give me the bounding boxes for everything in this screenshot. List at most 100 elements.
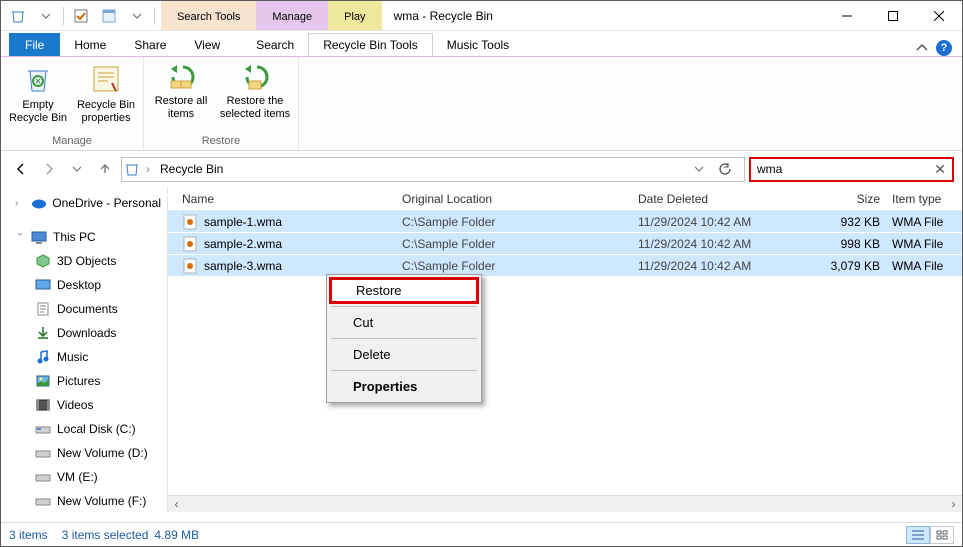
tab-home[interactable]: Home	[60, 33, 120, 56]
file-date-deleted: 11/29/2024 10:42 AM	[638, 215, 808, 229]
wma-file-icon	[182, 236, 198, 252]
drive-icon	[35, 445, 51, 461]
refresh-button[interactable]	[718, 162, 742, 176]
col-header-item-type[interactable]: Item type	[892, 192, 962, 206]
file-name: sample-3.wma	[204, 259, 282, 273]
ctx-delete[interactable]: Delete	[329, 341, 479, 368]
chevron-down-icon[interactable]: ›	[15, 232, 26, 242]
tab-view[interactable]: View	[180, 33, 234, 56]
file-size: 932 KB	[808, 215, 892, 229]
music-icon	[35, 349, 51, 365]
qat-dropdown[interactable]	[33, 4, 59, 28]
tree-pictures[interactable]: Pictures	[1, 369, 167, 393]
horizontal-scrollbar[interactable]: ‹ ›	[168, 495, 962, 512]
file-date-deleted: 11/29/2024 10:42 AM	[638, 259, 808, 273]
close-button[interactable]	[916, 1, 962, 31]
file-type: WMA File	[892, 215, 962, 229]
address-dropdown[interactable]	[694, 164, 712, 174]
ribbon-group-restore-label: Restore	[150, 133, 292, 150]
status-selected-count: 3 items selected	[62, 528, 149, 542]
wma-file-icon	[182, 258, 198, 274]
file-name: sample-1.wma	[204, 215, 282, 229]
videos-icon	[35, 397, 51, 413]
qat-customize-dropdown[interactable]	[124, 4, 150, 28]
tree-vm-e[interactable]: VM (E:)	[1, 465, 167, 489]
tree-desktop[interactable]: Desktop	[1, 273, 167, 297]
file-type: WMA File	[892, 237, 962, 251]
maximize-button[interactable]	[870, 1, 916, 31]
onedrive-icon	[31, 195, 47, 211]
search-input[interactable]	[757, 162, 930, 176]
desktop-icon	[35, 277, 51, 293]
tab-share[interactable]: Share	[120, 33, 180, 56]
tab-recycle-bin-tools[interactable]: Recycle Bin Tools	[308, 33, 433, 56]
breadcrumb-recycle-bin[interactable]: Recycle Bin	[156, 162, 227, 176]
restore-selected-icon	[239, 63, 271, 91]
properties-icon[interactable]	[96, 4, 122, 28]
view-large-icons-button[interactable]	[930, 526, 954, 544]
help-icon[interactable]: ?	[936, 40, 952, 56]
scroll-right-button[interactable]: ›	[945, 497, 962, 511]
file-row[interactable]: sample-3.wma C:\Sample Folder11/29/2024 1…	[168, 255, 962, 277]
address-bar[interactable]: › Recycle Bin	[121, 157, 745, 182]
tree-onedrive[interactable]: › OneDrive - Personal	[1, 191, 167, 215]
file-tab[interactable]: File	[9, 33, 60, 56]
col-header-size[interactable]: Size	[808, 192, 892, 206]
col-header-date-deleted[interactable]: Date Deleted	[638, 192, 808, 206]
file-type: WMA File	[892, 259, 962, 273]
tree-3d-objects[interactable]: 3D Objects	[1, 249, 167, 273]
ctx-properties[interactable]: Properties	[329, 373, 479, 400]
context-tab-play: Play	[328, 1, 381, 30]
nav-up-button[interactable]	[93, 157, 117, 181]
tree-videos[interactable]: Videos	[1, 393, 167, 417]
tree-this-pc[interactable]: › This PC	[1, 225, 167, 249]
context-tab-manage: Manage	[256, 1, 328, 30]
minimize-button[interactable]	[824, 1, 870, 31]
documents-icon	[35, 301, 51, 317]
ctx-cut[interactable]: Cut	[329, 309, 479, 336]
file-row[interactable]: sample-1.wmaC:\Sample Folder11/29/2024 1…	[168, 211, 962, 233]
tree-new-volume-d[interactable]: New Volume (D:)	[1, 441, 167, 465]
status-item-count: 3 items	[9, 528, 48, 542]
tab-search[interactable]: Search	[242, 33, 308, 56]
tree-documents[interactable]: Documents	[1, 297, 167, 321]
nav-forward-button[interactable]	[37, 157, 61, 181]
nav-history-dropdown[interactable]	[65, 157, 89, 181]
breadcrumb-separator-icon[interactable]: ›	[146, 162, 150, 176]
scroll-left-button[interactable]: ‹	[168, 497, 185, 511]
empty-recycle-bin-button[interactable]: Empty Recycle Bin	[7, 59, 69, 125]
search-box[interactable]: ✕	[749, 157, 954, 182]
restore-all-button[interactable]: Restore all items	[150, 59, 212, 121]
col-header-name[interactable]: Name	[182, 192, 402, 206]
collapse-ribbon-chevron-icon[interactable]	[916, 42, 928, 54]
tree-local-disk-c[interactable]: Local Disk (C:)	[1, 417, 167, 441]
recycle-bin-properties-button[interactable]: Recycle Bin properties	[75, 59, 137, 125]
ctx-separator	[331, 370, 477, 371]
file-row[interactable]: sample-2.wmaC:\Sample Folder11/29/2024 1…	[168, 233, 962, 255]
status-selected-size: 4.89 MB	[154, 528, 199, 542]
chevron-right-icon[interactable]: ›	[15, 198, 25, 209]
ctx-restore[interactable]: Restore	[329, 277, 479, 304]
restore-selected-button[interactable]: Restore the selected items	[218, 59, 292, 121]
restore-all-label: Restore all items	[150, 95, 212, 121]
ctx-separator	[331, 306, 477, 307]
col-header-original-location[interactable]: Original Location	[402, 192, 638, 206]
restore-all-icon	[165, 63, 197, 91]
empty-recycle-bin-label: Empty Recycle Bin	[7, 99, 69, 125]
nav-back-button[interactable]	[9, 157, 33, 181]
ctx-separator	[331, 338, 477, 339]
file-original-location: C:\Sample Folder	[402, 259, 638, 273]
recycle-bin-properties-label: Recycle Bin properties	[75, 99, 137, 125]
navigation-pane[interactable]: › OneDrive - Personal › This PC 3D Objec…	[1, 187, 168, 512]
recycle-bin-icon	[5, 4, 31, 28]
tab-music-tools[interactable]: Music Tools	[433, 33, 523, 56]
column-headers[interactable]: Name Original Location Date Deleted Size…	[168, 187, 962, 211]
tree-music[interactable]: Music	[1, 345, 167, 369]
tree-new-volume-f[interactable]: New Volume (F:)	[1, 489, 167, 512]
tree-downloads[interactable]: Downloads	[1, 321, 167, 345]
clear-search-icon[interactable]: ✕	[934, 161, 946, 178]
select-all-checkbox-icon[interactable]	[68, 4, 94, 28]
view-details-button[interactable]	[906, 526, 930, 544]
this-pc-icon	[31, 229, 47, 245]
restore-selected-label: Restore the selected items	[218, 95, 292, 121]
